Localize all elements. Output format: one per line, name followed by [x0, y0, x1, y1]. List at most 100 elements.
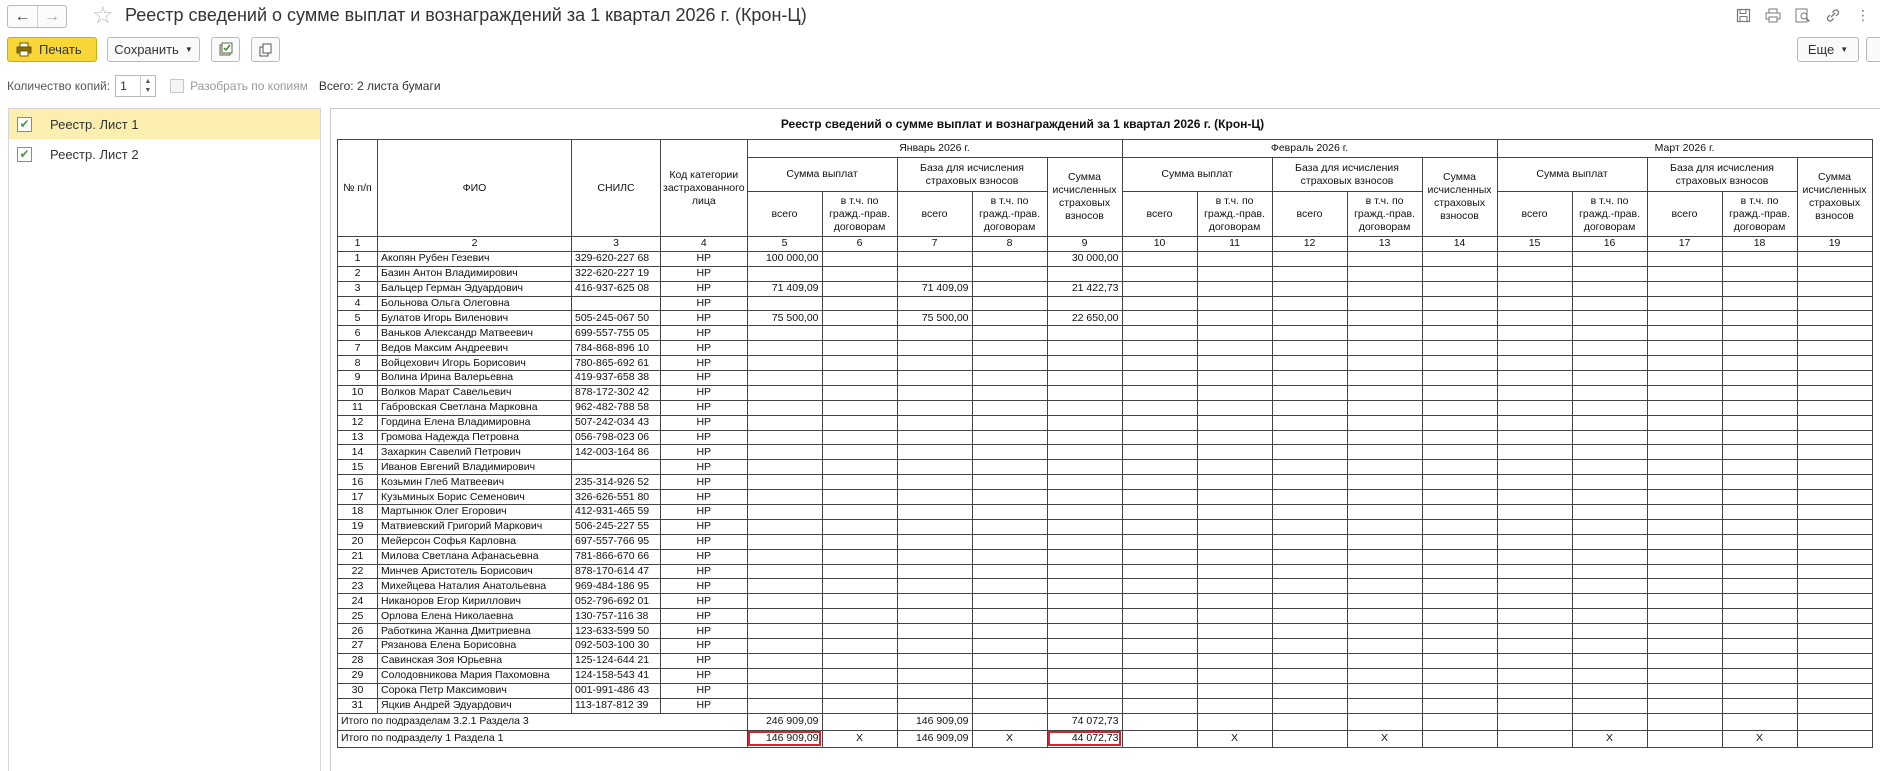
row-code: НР: [660, 474, 748, 491]
forward-button[interactable]: →: [37, 6, 66, 27]
print-icon[interactable]: [1764, 6, 1782, 24]
row-empty-cell: [1196, 518, 1273, 535]
stepper-arrows[interactable]: ▲ ▼: [139, 76, 156, 96]
row-empty-cell: [1421, 355, 1498, 372]
row-empty-cell: [1721, 652, 1798, 669]
print-button[interactable]: Печать: [7, 37, 97, 62]
row-empty-cell: [1271, 608, 1348, 625]
row-num: 10: [337, 384, 378, 401]
chevron-down-icon[interactable]: ▼: [144, 86, 151, 95]
row-empty-cell: [1421, 489, 1498, 506]
row-empty-cell: [1121, 399, 1198, 416]
more-button[interactable]: Еще ▼: [1797, 37, 1859, 62]
row-code: НР: [660, 265, 748, 282]
chevron-up-icon[interactable]: ▲: [144, 77, 151, 86]
print-button-label: Печать: [39, 42, 82, 57]
row-empty-cell: [1421, 578, 1498, 595]
row-empty-cell: [1796, 295, 1873, 312]
row-base-civil: [971, 340, 1048, 357]
copies-stepper[interactable]: 1 ▲ ▼: [115, 75, 157, 97]
row-payments-civil: [821, 623, 898, 640]
row-empty-cell: [1271, 310, 1348, 327]
row-empty-cell: [1721, 593, 1798, 610]
document-preview[interactable]: Реестр сведений о сумме выплат и вознагр…: [330, 108, 1880, 771]
row-code: НР: [660, 280, 748, 297]
document-check-icon: [219, 42, 233, 56]
row-payments: [746, 563, 823, 580]
row-code: НР: [660, 250, 748, 267]
header-base: База для исчисления страховых взносов: [1646, 157, 1798, 192]
preview-icon[interactable]: [1794, 6, 1812, 24]
copies-input[interactable]: 1: [116, 76, 139, 96]
row-code: НР: [660, 384, 748, 401]
row-empty-cell: [1571, 250, 1648, 267]
row-payments-civil: [821, 459, 898, 476]
row-empty-cell: [1496, 265, 1573, 282]
star-icon[interactable]: ☆: [92, 3, 114, 29]
row-empty-cell: [1646, 399, 1723, 416]
sheet-item-1[interactable]: ✔ Реестр. Лист 1: [9, 109, 320, 139]
row-empty-cell: [1796, 518, 1873, 535]
row-code: НР: [660, 652, 748, 669]
table-row: 20 Мейерсон Софья Карловна 697-557-766 95 Н…: [337, 533, 1873, 550]
save-button[interactable]: Сохранить ▼: [107, 37, 200, 62]
save-icon[interactable]: [1734, 6, 1752, 24]
row-empty-cell: [1421, 429, 1498, 446]
row-snils: 505-245-067 50: [571, 310, 661, 327]
row-empty-cell: [1121, 533, 1198, 550]
row-num: 25: [337, 608, 378, 625]
row-payments: [746, 429, 823, 446]
row-empty-cell: [1796, 444, 1873, 461]
totals-feb-cell: [1421, 729, 1498, 748]
row-payments: [746, 325, 823, 342]
row-empty-cell: [1496, 623, 1573, 640]
row-empty-cell: [1121, 474, 1198, 491]
row-empty-cell: [1571, 265, 1648, 282]
row-empty-cell: [1271, 459, 1348, 476]
copy-button[interactable]: [251, 37, 280, 62]
link-icon[interactable]: [1824, 6, 1842, 24]
row-empty-cell: [1496, 489, 1573, 506]
row-empty-cell: [1271, 325, 1348, 342]
help-button[interactable]: [1866, 37, 1880, 62]
header-total: всего: [746, 191, 823, 237]
row-fio: Габровская Светлана Марковна: [377, 399, 572, 416]
row-empty-cell: [1796, 399, 1873, 416]
row-payments: 75 500,00: [746, 310, 823, 327]
row-empty-cell: [1271, 414, 1348, 431]
row-empty-cell: [1796, 504, 1873, 520]
row-base-civil: [971, 608, 1048, 625]
header-month-mar: Март 2026 г.: [1496, 139, 1873, 158]
check-document-button[interactable]: [211, 37, 240, 62]
row-num: 5: [337, 310, 378, 327]
table-row: 3 Бальцер Герман Эдуардович 416-937-625 08…: [337, 280, 1873, 297]
row-empty-cell: [1571, 370, 1648, 386]
sheet-item-2[interactable]: ✔ Реестр. Лист 2: [9, 139, 320, 169]
more-icon[interactable]: ⋮: [1854, 6, 1872, 24]
row-empty-cell: [1346, 548, 1423, 565]
header-code: Код категории застрахованного лица: [660, 139, 748, 237]
row-empty-cell: [1271, 429, 1348, 446]
totals-mar-cell: [1571, 712, 1648, 731]
row-payments: [746, 652, 823, 669]
collate-checkbox[interactable]: [170, 79, 185, 93]
row-snils: 130-757-116 38: [571, 608, 661, 625]
row-num: 7: [337, 340, 378, 357]
back-button[interactable]: ←: [8, 6, 37, 27]
row-snils: [571, 459, 661, 476]
row-empty-cell: [1646, 518, 1723, 535]
row-base: [896, 667, 973, 684]
row-base: [896, 563, 973, 580]
row-empty-cell: [1121, 682, 1198, 699]
row-base-civil: [971, 504, 1048, 520]
row-empty-cell: [1271, 578, 1348, 595]
row-fio: Волков Марат Савельевич: [377, 384, 572, 401]
checkbox-checked-icon[interactable]: ✔: [17, 116, 32, 132]
checkbox-checked-icon[interactable]: ✔: [17, 146, 32, 162]
row-empty-cell: [1421, 325, 1498, 342]
totals-mar-cell: [1796, 729, 1873, 748]
row-payments: [746, 384, 823, 401]
row-base-civil: [971, 652, 1048, 669]
row-fio: Акопян Рубен Гезевич: [377, 250, 572, 267]
row-empty-cell: [1796, 265, 1873, 282]
